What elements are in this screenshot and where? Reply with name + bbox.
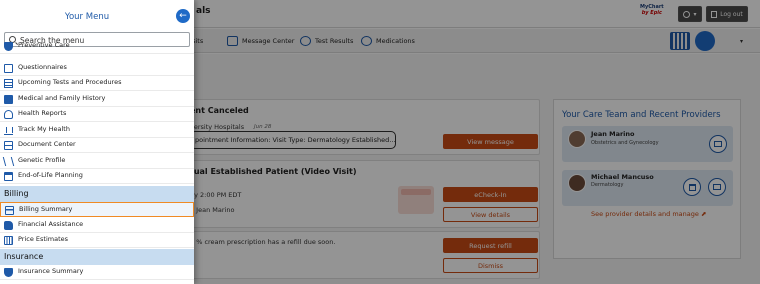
menu-item-questionnaires[interactable]: Questionnaires bbox=[0, 61, 194, 76]
history-icon bbox=[4, 95, 13, 104]
heart-report-icon bbox=[4, 110, 13, 119]
menu-item-billing-summary[interactable]: Billing Summary bbox=[0, 202, 194, 217]
clipboard-icon bbox=[4, 64, 13, 73]
shield-icon bbox=[4, 42, 13, 51]
menu-item-price-estimates[interactable]: Price Estimates bbox=[0, 233, 194, 248]
menu-item-upcoming-tests[interactable]: Upcoming Tests and Procedures bbox=[0, 76, 194, 91]
menu-drawer: Your Menu ← Preventive Care Questionnair… bbox=[0, 0, 194, 284]
calculator-icon bbox=[4, 236, 13, 245]
menu-item-track-my-health[interactable]: Track My Health bbox=[0, 123, 194, 138]
menu-list: Preventive Care Questionnaires Upcoming … bbox=[0, 41, 194, 284]
menu-item-document-center[interactable]: Document Center bbox=[0, 138, 194, 153]
dna-icon bbox=[2, 157, 15, 166]
calendar-icon bbox=[4, 172, 13, 181]
close-menu-button[interactable]: ← bbox=[176, 9, 190, 23]
section-insurance: Insurance bbox=[0, 249, 194, 265]
shield-icon bbox=[4, 268, 13, 277]
menu-item-genetic-profile[interactable]: Genetic Profile bbox=[0, 154, 194, 169]
credit-card-icon bbox=[5, 206, 14, 215]
menu-item-preventive-care[interactable]: Preventive Care bbox=[0, 39, 194, 54]
arrow-left-icon: ← bbox=[179, 10, 187, 21]
section-billing: Billing bbox=[0, 186, 194, 202]
helping-hand-icon bbox=[4, 221, 13, 230]
menu-header: Your Menu ← bbox=[0, 0, 194, 29]
menu-item-medical-history[interactable]: Medical and Family History bbox=[0, 92, 194, 107]
menu-title: Your Menu bbox=[64, 12, 110, 22]
document-icon bbox=[4, 141, 13, 150]
chart-icon bbox=[4, 126, 13, 135]
checklist-icon bbox=[4, 79, 13, 88]
menu-item-financial-assistance[interactable]: Financial Assistance bbox=[0, 218, 194, 233]
menu-item-end-of-life-planning[interactable]: End-of-Life Planning bbox=[0, 169, 194, 184]
menu-item-health-reports[interactable]: Health Reports bbox=[0, 107, 194, 122]
menu-item-insurance-summary[interactable]: Insurance Summary bbox=[0, 265, 194, 280]
